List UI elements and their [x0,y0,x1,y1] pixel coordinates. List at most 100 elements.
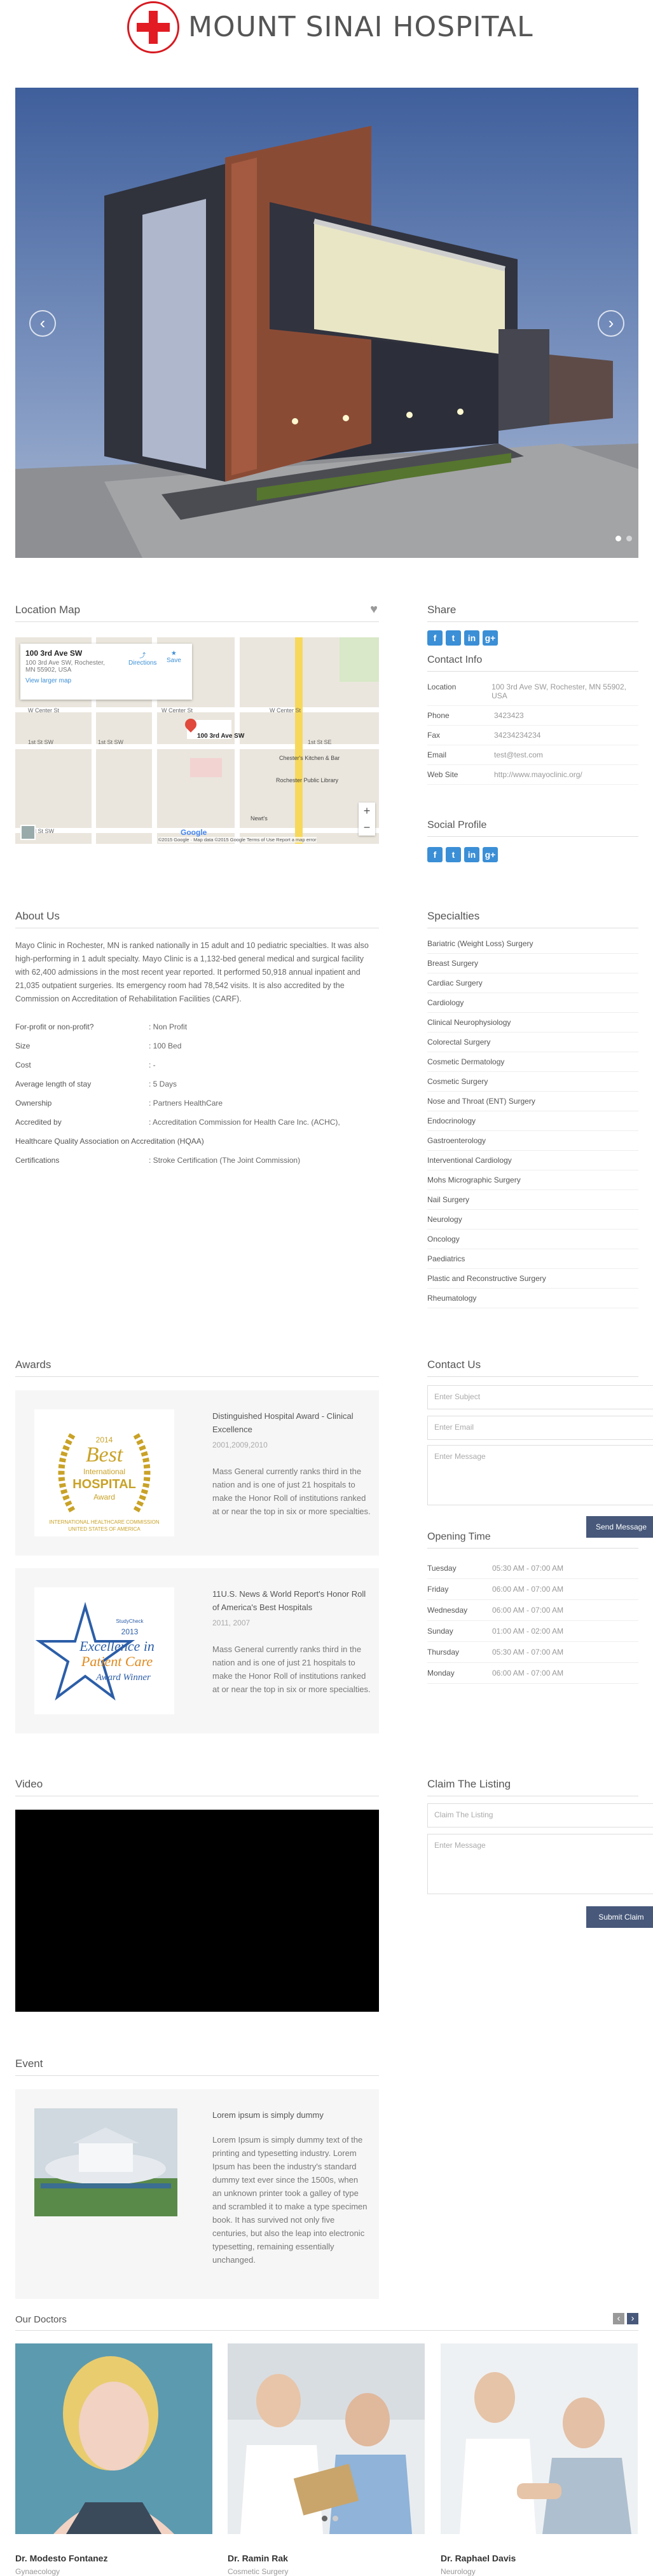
badge-text: Excellence in [79,1638,155,1654]
info-value[interactable]: 3423423 [494,711,524,720]
contact-location-row: Location 100 3rd Ave SW, Rochester, MN 55… [427,677,638,706]
specialty-item[interactable]: Nail Surgery [427,1190,638,1210]
subject-input[interactable]: Enter Subject [427,1385,653,1409]
fact-key: Certifications [15,1156,60,1165]
specialty-item[interactable]: Rheumatology [427,1289,638,1308]
zoom-in-button[interactable]: + [359,803,375,819]
claim-input[interactable]: Claim The Listing [427,1803,653,1827]
doctor-card[interactable]: Dr. Ramin Rak Cosmetic Surgery [228,2343,425,2576]
google-map[interactable]: W Center St 1st St SW W Center St 1st St… [15,637,379,844]
slider-dot[interactable] [615,536,621,541]
award-description: Mass General currently ranks third in th… [212,1467,371,1516]
fact-row: Accredited by: Accreditation Commission … [15,1113,379,1132]
claim-message-textarea[interactable]: Enter Message [427,1834,653,1894]
site-logo[interactable]: MOUNT SINAI HOSPITAL [127,0,534,54]
claim-heading: Claim The Listing [427,1778,638,1796]
twitter-icon[interactable]: t [446,630,461,646]
message-textarea[interactable]: Enter Message [427,1445,653,1505]
fact-value: : 100 Bed [149,1041,182,1050]
opening-row: Friday 06:00 AM - 07:00 AM [427,1579,638,1600]
doctors-pager-dots[interactable] [319,2514,341,2523]
doctor-name[interactable]: Dr. Modesto Fontanez [15,2553,212,2563]
fact-key: Healthcare Quality Association on Accred… [15,1137,204,1146]
star-icon: ★ [170,650,177,657]
specialty-item[interactable]: Cardiac Surgery [427,973,638,993]
badge-text: INTERNATIONAL HEALTHCARE COMMISSION [49,1519,159,1525]
award-card: StudyCheck 2013 Excellence in Patient Ca… [15,1568,379,1733]
specialty-item[interactable]: Nose and Throat (ENT) Surgery [427,1092,638,1111]
specialty-item[interactable]: Mohs Micrographic Surgery [427,1170,638,1190]
best-hospital-badge: 2014 Best International HOSPITAL Award I… [34,1409,174,1536]
doctor-name[interactable]: Dr. Raphael Davis [441,2553,638,2563]
doctor-card[interactable]: Dr. Raphael Davis Neurology [441,2343,638,2576]
save-button[interactable]: ★ Save [167,650,181,664]
street-label: 1st St SW [28,739,54,745]
map-attribution[interactable]: ©2015 Google · Map data ©2015 Google Ter… [158,837,317,843]
location-map-title: Location Map [15,604,81,616]
directions-icon: ⤴ [139,653,146,660]
contact-info-heading: Contact Info [427,654,638,672]
facebook-icon[interactable]: f [427,630,443,646]
specialty-item[interactable]: Breast Surgery [427,954,638,973]
zoom-out-button[interactable]: − [359,819,375,836]
award-text: Distinguished Hospital Award - Clinical … [212,1409,371,1518]
info-value[interactable]: http://www.mayoclinic.org/ [494,770,582,779]
info-value[interactable]: test@test.com [494,750,543,759]
specialty-item[interactable]: Cardiology [427,993,638,1013]
slider-dot[interactable] [626,536,632,541]
info-key: Email [427,750,447,759]
doctors-next-button[interactable]: › [627,2313,638,2324]
specialty-item[interactable]: Cosmetic Surgery [427,1072,638,1092]
opening-time: 06:00 AM - 07:00 AM [492,1585,564,1594]
specialty-item[interactable]: Interventional Cardiology [427,1151,638,1170]
specialty-item[interactable]: Clinical Neurophysiology [427,1013,638,1033]
specialty-item[interactable]: Cosmetic Dermatology [427,1052,638,1072]
specialty-item[interactable]: Endocrinology [427,1111,638,1131]
heart-icon[interactable]: ♥ [370,602,378,617]
google-plus-icon[interactable]: g+ [483,847,498,862]
specialty-item[interactable]: Oncology [427,1230,638,1249]
specialty-item[interactable]: Paediatrics [427,1249,638,1269]
slider-dots[interactable] [613,534,635,543]
contact-us-heading: Contact Us [427,1359,638,1377]
linkedin-icon[interactable]: in [464,847,479,862]
slider-prev-arrow[interactable]: ‹ [29,310,56,337]
slider-next-arrow[interactable]: › [598,310,624,337]
specialty-item[interactable]: Colorectal Surgery [427,1033,638,1052]
google-plus-icon[interactable]: g+ [483,630,498,646]
submit-claim-button[interactable]: Submit Claim [586,1906,653,1928]
badge-text: Award Winner [95,1672,151,1683]
fact-value: : 5 Days [149,1080,177,1088]
specialty-item[interactable]: Neurology [427,1210,638,1230]
street-label: W Center St [270,707,301,714]
specialty-item[interactable]: Bariatric (Weight Loss) Surgery [427,934,638,954]
hero-slider[interactable]: ‹ › [15,88,638,558]
street-label: W Center St [28,707,60,714]
email-input[interactable]: Enter Email [427,1416,653,1440]
fact-value: : Non Profit [149,1022,188,1031]
badge-text: International [83,1467,125,1476]
facebook-icon[interactable]: f [427,847,443,862]
badge-text: 2013 [121,1627,139,1636]
linkedin-icon[interactable]: in [464,630,479,646]
pager-dot[interactable] [333,2516,338,2521]
specialty-item[interactable]: Plastic and Reconstructive Surgery [427,1269,638,1289]
location-map-heading: Location Map ♥ [15,602,379,622]
specialties-heading: Specialties [427,910,638,928]
specialty-item[interactable]: Gastroenterology [427,1131,638,1151]
pager-dot[interactable] [322,2516,327,2521]
opening-time: 06:00 AM - 07:00 AM [492,1606,564,1615]
award-title: Distinguished Hospital Award - Clinical … [212,1411,354,1434]
doctors-prev-button[interactable]: ‹ [613,2313,624,2324]
doctor-card[interactable]: Dr. Modesto Fontanez Gynaecology [15,2343,212,2576]
event-image [34,2108,177,2216]
video-player[interactable] [15,1810,379,2012]
badge-text: Award [93,1493,115,1502]
satellite-toggle[interactable] [20,825,36,840]
google-logo: Google [181,828,207,837]
twitter-icon[interactable]: t [446,847,461,862]
zoom-controls[interactable]: + − [359,803,375,836]
doctor-name[interactable]: Dr. Ramin Rak [228,2553,425,2563]
view-larger-map-link[interactable]: View larger map [25,677,187,684]
directions-button[interactable]: ⤴ Directions [128,650,156,667]
